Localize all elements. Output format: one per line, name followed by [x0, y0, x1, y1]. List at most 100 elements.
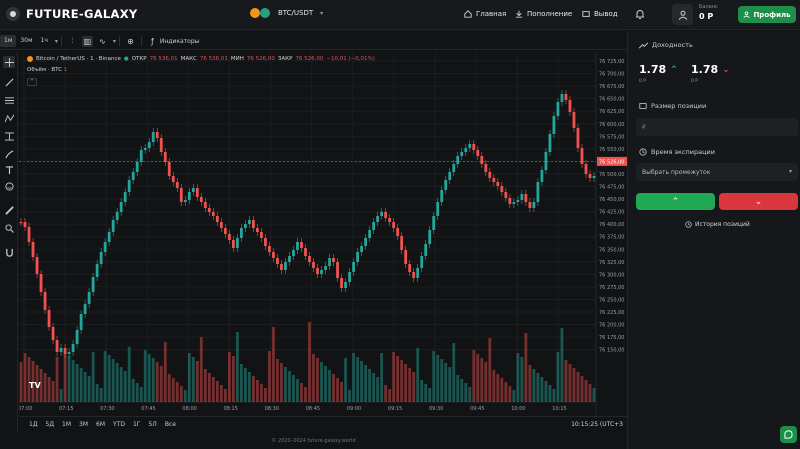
- close-label: ЗАКР: [277, 56, 293, 62]
- price-tick-label: 76 175,00: [599, 335, 624, 341]
- volume-bar: [504, 382, 508, 402]
- crosshair-icon[interactable]: [3, 56, 15, 68]
- volume-bar: [131, 379, 135, 402]
- candle-body: [183, 200, 187, 202]
- candle-body: [175, 182, 179, 188]
- logo[interactable]: FUTURE-GALAXY: [6, 7, 138, 21]
- volume-bar: [91, 352, 95, 402]
- volume-bar: [548, 385, 552, 402]
- trend-up-icon: [639, 42, 648, 48]
- candle-body: [67, 352, 71, 354]
- range-5d[interactable]: 5Д: [42, 421, 59, 428]
- range-all[interactable]: Все: [161, 421, 180, 428]
- pair-selector[interactable]: BTC/USDT ▾: [250, 8, 323, 18]
- volume-bar: [408, 368, 412, 402]
- range-1y[interactable]: 1Г: [129, 421, 144, 428]
- position-history-link[interactable]: История позиций: [685, 221, 750, 228]
- measure-icon[interactable]: [3, 130, 15, 142]
- toolbar-divider: [118, 36, 120, 46]
- range-3m[interactable]: 3М: [75, 421, 92, 428]
- nav-withdraw[interactable]: Вывод: [582, 10, 618, 18]
- price-tick-label: 76 325,00: [599, 260, 624, 266]
- trade-panel: Доходность 1.78 ⌃ 0 Р 1.78 ⌄ 0 Р Размер …: [627, 31, 800, 449]
- brush-icon[interactable]: [3, 148, 15, 160]
- nav-deposit[interactable]: Пополнение: [515, 10, 572, 18]
- zoom-in-icon[interactable]: [3, 222, 15, 234]
- volume-bar: [51, 381, 55, 402]
- candle-body: [332, 258, 335, 262]
- ruler-icon[interactable]: [3, 204, 15, 216]
- time-tick-label: 10:15: [552, 406, 566, 412]
- support-chat-button[interactable]: [780, 426, 797, 443]
- magnet-icon[interactable]: [3, 246, 15, 258]
- candles-icon[interactable]: ▥: [81, 35, 93, 47]
- candle-body: [243, 224, 247, 228]
- timeframe-1m[interactable]: 1м: [0, 35, 17, 47]
- candle-body: [556, 102, 560, 116]
- fib-lines-icon[interactable]: [3, 94, 15, 106]
- text-tool-icon[interactable]: [3, 164, 15, 176]
- indicators-icon[interactable]: ƒ: [147, 36, 158, 47]
- volume-bar: [364, 365, 368, 402]
- timeframe-dropdown-icon[interactable]: ▾: [55, 38, 58, 45]
- position-size-input[interactable]: [642, 123, 782, 131]
- range-6m[interactable]: 6М: [92, 421, 109, 428]
- candle-body: [280, 264, 283, 270]
- payout-down: 1.78 ⌄: [691, 63, 730, 76]
- candle-body: [384, 212, 388, 218]
- candle-body: [199, 197, 203, 202]
- timeframe-30m[interactable]: 30м: [16, 35, 36, 47]
- range-ytd[interactable]: YTD: [109, 421, 129, 428]
- chart-type-dropdown-icon[interactable]: ▾: [113, 38, 116, 45]
- avatar[interactable]: [672, 4, 693, 25]
- indicators-button[interactable]: Индикаторы: [160, 38, 199, 45]
- volume-bar: [368, 369, 372, 402]
- range-5y[interactable]: 5Л: [144, 421, 160, 428]
- volume-bar: [276, 359, 279, 402]
- toolbar-divider: [60, 36, 62, 46]
- clock[interactable]: 10:15:25 (UTC+3: [571, 421, 623, 428]
- profile-button[interactable]: Профиль: [738, 6, 796, 23]
- line-style-icon[interactable]: ∿: [97, 36, 108, 47]
- price-tick-label: 76 425,00: [599, 210, 624, 216]
- trendline-icon[interactable]: [3, 76, 15, 88]
- expiry-select[interactable]: Выбрать промежуток ▾: [636, 163, 798, 181]
- compare-plus-icon[interactable]: ⊕: [125, 36, 136, 47]
- volume-bar: [211, 377, 215, 402]
- nav-home[interactable]: Главная: [464, 10, 506, 18]
- volume-bar: [416, 348, 420, 402]
- volume-bar: [296, 379, 299, 402]
- range-1m[interactable]: 1М: [58, 421, 75, 428]
- pattern-icon[interactable]: [3, 112, 15, 124]
- price-tick-label: 76 350,00: [599, 247, 624, 253]
- bell-icon[interactable]: [635, 9, 645, 20]
- sell-down-button[interactable]: ⌄: [719, 193, 798, 210]
- volume-bar: [159, 366, 163, 402]
- expiry-heading: Время экспирации: [639, 148, 715, 156]
- range-1d[interactable]: 1Д: [25, 421, 42, 428]
- candle-body: [31, 242, 35, 257]
- candle-body: [532, 202, 536, 208]
- candle-body: [324, 266, 327, 270]
- candle-body: [79, 314, 83, 330]
- volume-bar: [536, 373, 540, 402]
- volume-bar: [219, 385, 223, 402]
- range-bar: 1Д 5Д 1М 3М 6М YTD 1Г 5Л Все 10:15:25 (U…: [19, 416, 627, 432]
- emoji-icon[interactable]: [3, 180, 15, 192]
- volume-bar: [588, 384, 592, 402]
- candle-body: [159, 138, 163, 152]
- volume-bar: [440, 359, 444, 402]
- volume-bar: [23, 353, 27, 402]
- candle-body: [39, 274, 43, 292]
- candle-body: [211, 212, 215, 216]
- candle-body: [576, 128, 580, 148]
- tradingview-logo[interactable]: TV: [29, 381, 41, 390]
- volume-bar: [580, 376, 584, 402]
- volume-bar: [55, 357, 59, 402]
- price-chart[interactable]: 76 725,00 76 700,00 76 675,00 76 650,00 76 6…: [19, 52, 627, 415]
- buy-up-button[interactable]: ⌃: [636, 193, 715, 210]
- bar-style-icon[interactable]: ⫶: [67, 36, 78, 47]
- candle-body: [131, 172, 135, 180]
- collapse-legend-button[interactable]: ^: [27, 78, 37, 86]
- timeframe-1h[interactable]: 1ч: [37, 35, 52, 47]
